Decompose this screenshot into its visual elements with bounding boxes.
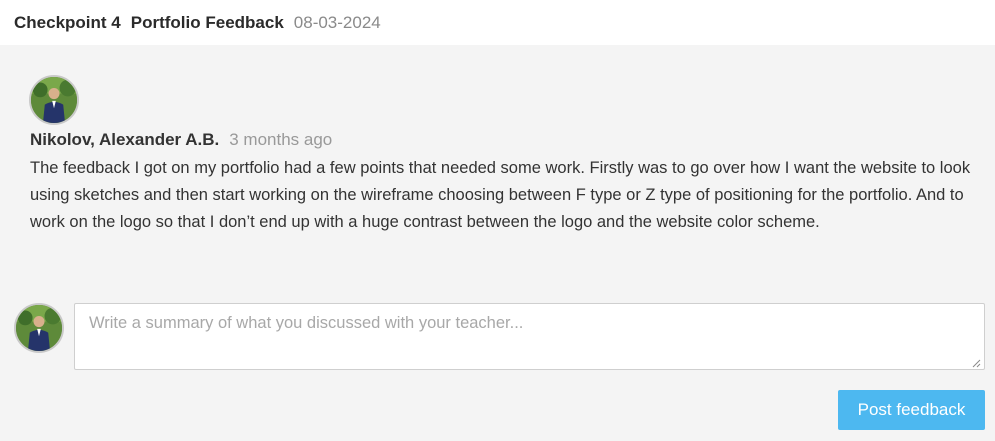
checkpoint-label: Checkpoint 4 bbox=[14, 12, 121, 32]
page-title: Portfolio Feedback bbox=[130, 12, 284, 32]
comment-timestamp: 3 months ago bbox=[229, 130, 333, 149]
user-photo-icon bbox=[16, 305, 62, 351]
post-feedback-button[interactable]: Post feedback bbox=[838, 390, 985, 430]
checkpoint-date: 08-03-2024 bbox=[293, 12, 381, 32]
current-user-avatar bbox=[14, 303, 64, 353]
comment-meta: Nikolov, Alexander A.B. 3 months ago bbox=[30, 130, 332, 150]
user-photo-icon bbox=[31, 77, 77, 123]
feedback-summary-input[interactable] bbox=[74, 303, 985, 370]
resize-handle-icon[interactable] bbox=[971, 358, 981, 368]
feedback-panel: Nikolov, Alexander A.B. 3 months ago The… bbox=[0, 45, 995, 441]
comment-author: Nikolov, Alexander A.B. bbox=[30, 130, 220, 149]
comment-text: The feedback I got on my portfolio had a… bbox=[30, 159, 971, 231]
author-avatar bbox=[29, 75, 79, 125]
checkpoint-header: Checkpoint 4 Portfolio Feedback 08-03-20… bbox=[0, 0, 995, 45]
